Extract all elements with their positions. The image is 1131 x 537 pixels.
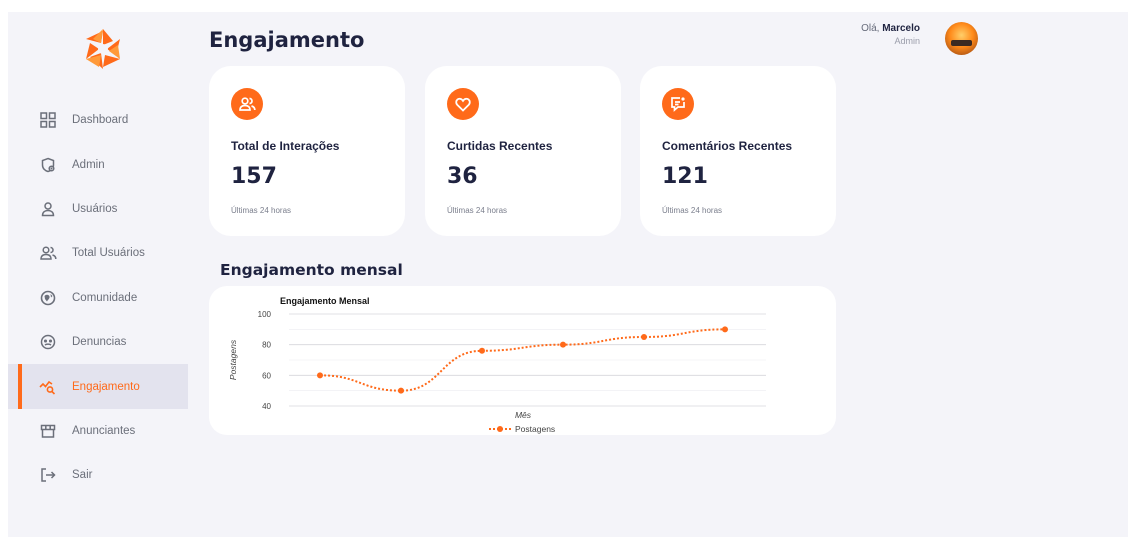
engagement-line-chart: Engajamento Mensal 100 80 60 40 Postagens Mês P… [228, 296, 766, 434]
user-icon [39, 200, 57, 218]
data-point [722, 326, 728, 333]
admin-shield-icon [39, 156, 57, 174]
greeting-prefix: Olá, [861, 23, 883, 34]
stat-card-value: 157 [231, 164, 277, 189]
brand-logo[interactable] [80, 26, 126, 72]
data-point [479, 347, 485, 354]
sidebar-item-label: Denuncias [72, 336, 127, 349]
stat-card-likes: Curtidas Recentes 36 Últimas 24 horas [425, 66, 621, 236]
user-greeting: Olá, Marcelo Admin [861, 23, 920, 46]
page-title: Engajamento [209, 28, 365, 52]
data-point [317, 372, 323, 379]
sidebar-item-label: Admin [72, 158, 105, 171]
stat-card-interactions: Total de Interações 157 Últimas 24 horas [209, 66, 405, 236]
sidebar-nav: Dashboard Admin Usuários Total Usuários [8, 98, 188, 498]
section-title: Engajamento mensal [220, 261, 403, 279]
stat-card-title: Comentários Recentes [662, 139, 793, 153]
users-icon [231, 88, 263, 120]
legend-label: Postagens [515, 424, 555, 434]
user-name: Marcelo [882, 23, 920, 34]
engagement-chart-icon [39, 378, 57, 396]
stat-card-subtitle: Últimas 24 horas [231, 206, 292, 215]
app-frame: Dashboard Admin Usuários Total Usuários [8, 12, 1128, 537]
stat-card-title: Total de Interações [231, 139, 340, 153]
chart-title: Engajamento Mensal [280, 296, 370, 306]
sidebar-item-dashboard[interactable]: Dashboard [8, 98, 188, 142]
stat-card-value: 121 [662, 164, 708, 189]
sidebar-item-label: Sair [72, 469, 93, 482]
sidebar-item-anunciantes[interactable]: Anunciantes [8, 409, 188, 453]
avatar[interactable] [945, 22, 978, 55]
users-icon [39, 244, 57, 262]
sidebar-item-label: Anunciantes [72, 424, 136, 437]
y-tick-label: 60 [262, 371, 271, 380]
sidebar-item-total-usuarios[interactable]: Total Usuários [8, 231, 188, 275]
store-icon [39, 422, 57, 440]
report-icon [39, 333, 57, 351]
community-icon [39, 289, 57, 307]
sidebar-item-label: Engajamento [72, 380, 140, 393]
y-tick-label: 80 [262, 341, 271, 350]
engagement-chart-card: Engajamento Mensal 100 80 60 40 Postagens Mês P… [209, 286, 836, 435]
stat-card-title: Curtidas Recentes [447, 139, 553, 153]
stat-card-subtitle: Últimas 24 horas [662, 206, 723, 215]
y-tick-label: 100 [258, 310, 272, 319]
user-role: Admin [894, 36, 920, 46]
sidebar-item-engajamento[interactable]: Engajamento [8, 364, 188, 410]
stat-card-comments: Comentários Recentes 121 Últimas 24 hora… [640, 66, 836, 236]
data-point [398, 387, 404, 394]
logout-icon [39, 466, 57, 484]
data-point [641, 334, 647, 340]
dashboard-grid-icon [39, 111, 57, 129]
sidebar-item-admin[interactable]: Admin [8, 142, 188, 186]
y-tick-label: 40 [262, 402, 271, 411]
sidebar-item-denuncias[interactable]: Denuncias [8, 320, 188, 364]
x-axis-label: Mês [515, 410, 532, 420]
stat-card-subtitle: Últimas 24 horas [447, 206, 508, 215]
sidebar-item-label: Dashboard [72, 114, 129, 127]
sidebar-item-sair[interactable]: Sair [8, 453, 188, 497]
sidebar-item-comunidade[interactable]: Comunidade [8, 276, 188, 320]
sidebar-item-usuarios[interactable]: Usuários [8, 187, 188, 231]
data-point [560, 341, 566, 348]
legend-swatch-point [497, 426, 503, 432]
sidebar-item-label: Comunidade [72, 291, 138, 304]
comment-icon [662, 88, 694, 120]
y-axis-label: Postagens [228, 339, 238, 380]
stat-card-value: 36 [447, 164, 478, 189]
sidebar-item-label: Total Usuários [72, 247, 145, 260]
sidebar-item-label: Usuários [72, 202, 118, 215]
heart-icon [447, 88, 479, 120]
sidebar: Dashboard Admin Usuários Total Usuários [8, 12, 188, 537]
